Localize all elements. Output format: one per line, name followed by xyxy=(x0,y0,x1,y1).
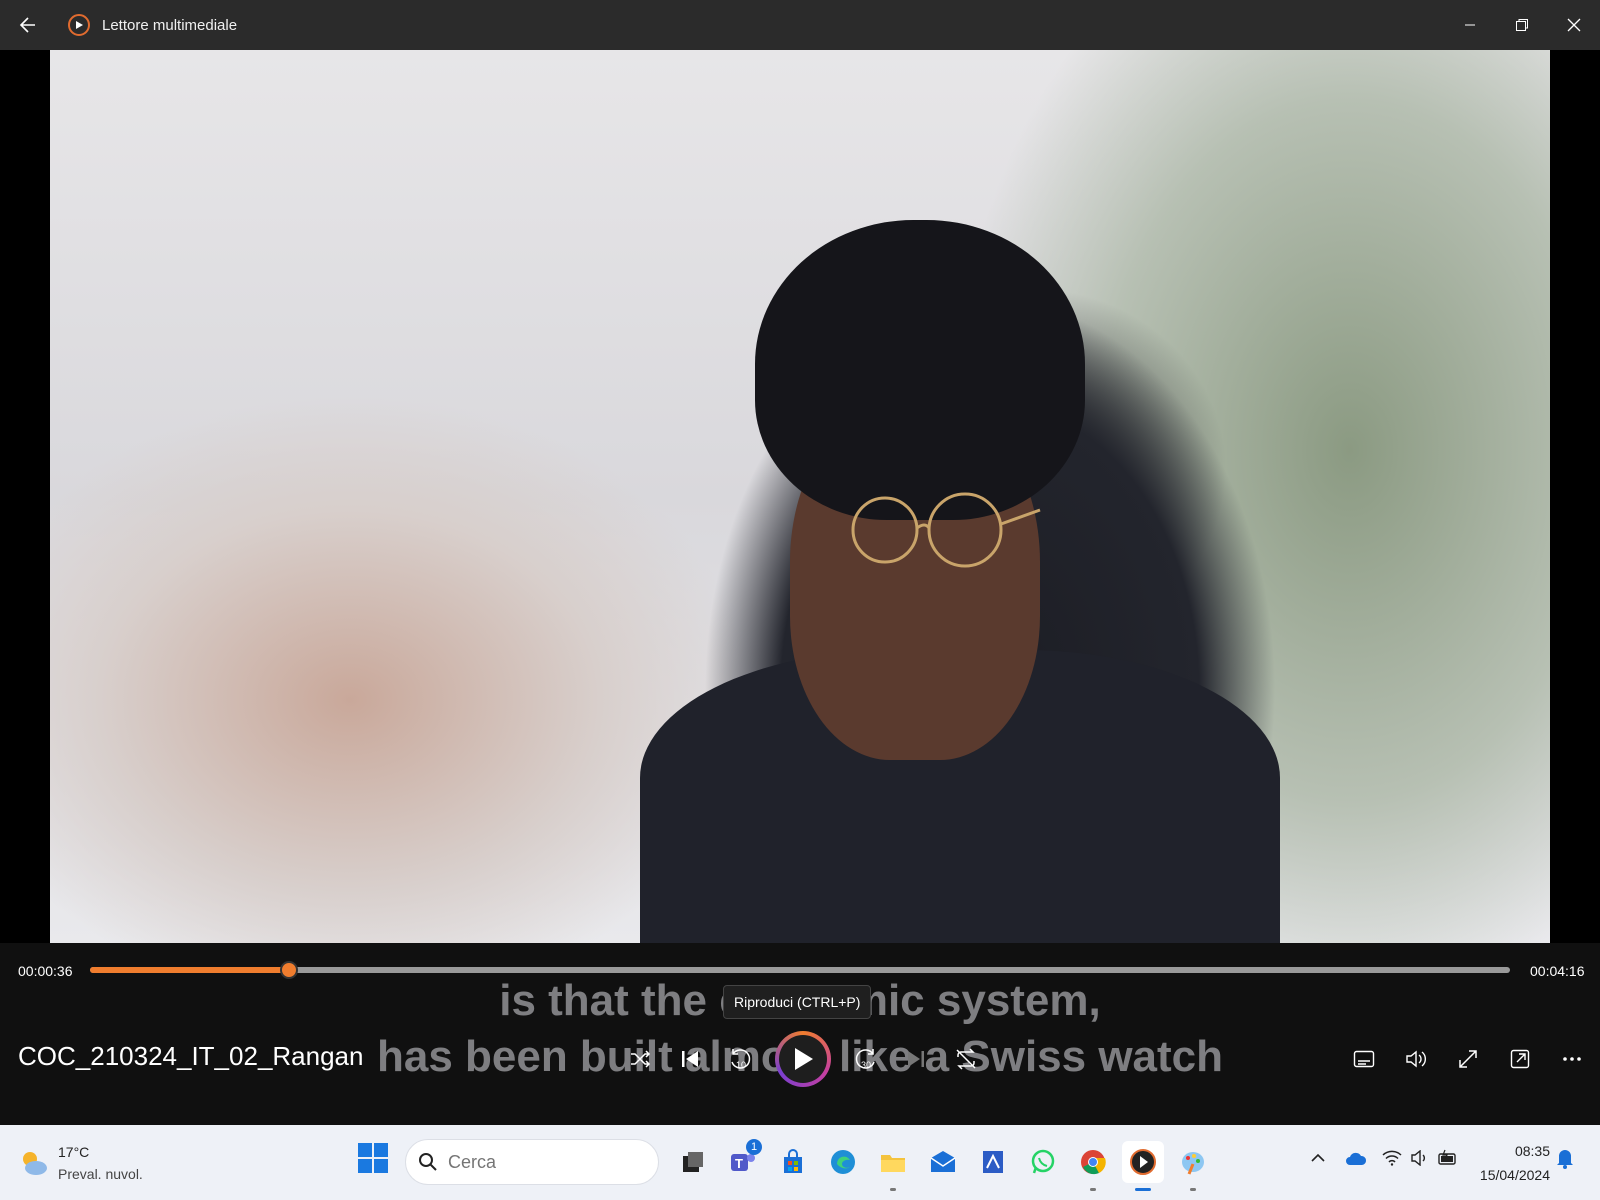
shuffle-button[interactable] xyxy=(620,1039,660,1079)
teams-notification-badge: 1 xyxy=(746,1139,762,1155)
notifications-button[interactable] xyxy=(1556,1147,1574,1174)
weather-description: Preval. nuvol. xyxy=(58,1166,143,1182)
play-icon xyxy=(795,1048,813,1070)
minimize-icon xyxy=(1465,24,1475,26)
microsoft-store-button[interactable] xyxy=(772,1141,814,1183)
skip-back-button[interactable]: 10 xyxy=(720,1039,760,1079)
file-explorer-button[interactable] xyxy=(872,1141,914,1191)
task-view-button[interactable] xyxy=(672,1141,714,1183)
document-icon xyxy=(983,1151,1003,1173)
wifi-icon xyxy=(1382,1150,1402,1166)
miniplayer-icon xyxy=(1510,1049,1530,1069)
window-title: Lettore multimediale xyxy=(102,16,238,34)
paint-icon xyxy=(1182,1152,1204,1175)
shuffle-icon xyxy=(631,1050,651,1068)
miniplayer-button[interactable] xyxy=(1500,1039,1540,1079)
video-person-glasses xyxy=(851,492,1041,568)
clock-time: 08:35 xyxy=(1514,1143,1550,1159)
volume-button[interactable] xyxy=(1396,1039,1436,1079)
svg-text:T: T xyxy=(735,1156,743,1171)
task-view-icon xyxy=(683,1152,703,1172)
taskbar-volume-button[interactable] xyxy=(1407,1145,1433,1171)
mail-icon xyxy=(930,1151,956,1172)
previous-button[interactable] xyxy=(670,1039,710,1079)
chrome-browser-button[interactable] xyxy=(1072,1141,1114,1191)
battery-button[interactable] xyxy=(1435,1145,1461,1171)
taskbar-apps: T 1 xyxy=(668,1135,1218,1191)
mail-app-button[interactable] xyxy=(922,1141,964,1183)
previous-icon xyxy=(682,1051,698,1067)
skip-forward-30-icon: 30 xyxy=(855,1049,875,1070)
fullscreen-button[interactable] xyxy=(1448,1039,1488,1079)
search-input[interactable] xyxy=(446,1150,630,1174)
next-icon xyxy=(908,1051,924,1067)
svg-text:10: 10 xyxy=(736,1060,746,1070)
taskbar-search[interactable] xyxy=(405,1139,659,1185)
media-player-taskbar-button[interactable] xyxy=(1122,1141,1164,1191)
fullscreen-icon xyxy=(1459,1050,1477,1068)
video-frame[interactable] xyxy=(50,50,1550,943)
window-controls xyxy=(1444,0,1600,50)
start-button[interactable] xyxy=(358,1143,388,1173)
weather-widget[interactable]: 17°C Preval. nuvol. xyxy=(18,1141,143,1185)
edge-browser-button[interactable] xyxy=(822,1141,864,1183)
speaker-icon xyxy=(1411,1150,1425,1166)
network-button[interactable] xyxy=(1379,1145,1405,1171)
search-icon xyxy=(419,1153,437,1171)
battery-charging-icon xyxy=(1438,1149,1456,1165)
skip-back-10-icon: 10 xyxy=(731,1049,751,1070)
cloud-sun-icon xyxy=(23,1152,47,1175)
back-arrow-icon xyxy=(19,17,35,33)
more-icon xyxy=(1563,1057,1581,1061)
media-player-icon xyxy=(1130,1149,1156,1175)
minimize-button[interactable] xyxy=(1444,0,1496,50)
whatsapp-button[interactable] xyxy=(1022,1141,1064,1183)
onedrive-cloud-icon xyxy=(1346,1152,1367,1165)
weather-temperature: 17°C xyxy=(58,1144,90,1160)
playback-controls: 00:00:36 00:04:16 is that the economic s… xyxy=(0,943,1600,1125)
taskbar: 17°C Preval. nuvol. T 1 xyxy=(0,1125,1600,1200)
more-options-button[interactable] xyxy=(1552,1039,1592,1079)
whatsapp-icon xyxy=(1031,1149,1055,1174)
onedrive-button[interactable] xyxy=(1343,1145,1369,1171)
subtitles-icon xyxy=(1353,1050,1375,1068)
volume-icon xyxy=(1406,1050,1426,1068)
repeat-off-icon xyxy=(956,1048,976,1070)
system-tray xyxy=(1305,1145,1463,1171)
media-player-app-icon xyxy=(68,14,90,36)
play-tooltip: Riproduci (CTRL+P) xyxy=(723,985,872,1019)
restore-button[interactable] xyxy=(1496,0,1548,50)
taskbar-clock[interactable]: 08:35 15/04/2024 xyxy=(1474,1139,1550,1187)
restore-icon xyxy=(1516,19,1528,31)
windows-logo-icon xyxy=(358,1143,372,1157)
teams-app-button[interactable]: T 1 xyxy=(722,1139,764,1183)
clock-date: 15/04/2024 xyxy=(1479,1167,1550,1183)
svg-text:30: 30 xyxy=(861,1060,871,1070)
paint-app-button[interactable] xyxy=(1172,1141,1214,1191)
title-bar: Lettore multimediale xyxy=(0,0,1600,50)
skip-forward-button[interactable]: 30 xyxy=(846,1039,886,1079)
folder-icon xyxy=(881,1155,905,1172)
repeat-button[interactable] xyxy=(946,1039,986,1079)
subtitles-button[interactable] xyxy=(1344,1039,1384,1079)
chevron-up-icon xyxy=(1311,1153,1325,1162)
next-button[interactable] xyxy=(896,1039,936,1079)
back-button[interactable] xyxy=(0,0,56,50)
bell-icon xyxy=(1557,1150,1573,1169)
show-hidden-icons-button[interactable] xyxy=(1305,1145,1331,1171)
close-icon xyxy=(1567,18,1581,32)
transport-buttons: 10 30 xyxy=(615,1031,991,1087)
chrome-icon xyxy=(1081,1150,1106,1175)
play-button[interactable] xyxy=(775,1031,831,1087)
close-button[interactable] xyxy=(1548,0,1600,50)
media-title: COC_210324_IT_02_Rangan xyxy=(18,1041,364,1071)
document-app-button[interactable] xyxy=(972,1141,1014,1183)
video-person-hat xyxy=(755,220,1085,520)
store-icon xyxy=(784,1149,802,1173)
edge-icon xyxy=(831,1150,855,1174)
view-buttons xyxy=(1332,1039,1592,1079)
